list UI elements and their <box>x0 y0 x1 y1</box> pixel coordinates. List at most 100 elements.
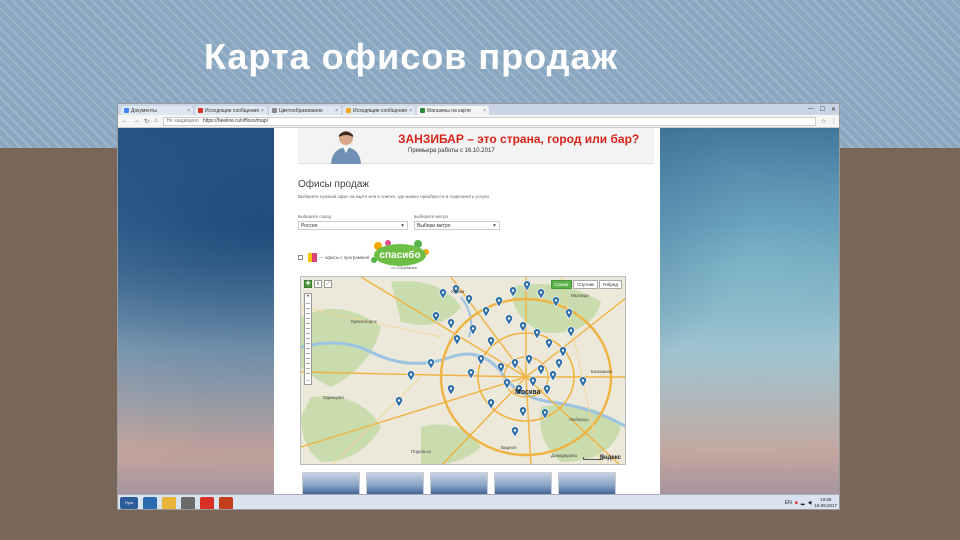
security-indicator: Не защищено <box>166 118 199 124</box>
chrome-icon[interactable] <box>200 496 214 509</box>
window-controls: — ☐ ✕ <box>808 106 839 115</box>
tab-label: Цветообразование <box>279 107 323 114</box>
banner-subline: Премьера работы с 16.10.2017 <box>408 148 495 154</box>
taskbar: Пуск EN ■ ▂ ◀ 10:55 18.09.2017 <box>118 494 839 509</box>
tab-label: Исходящие сообщения <box>353 107 407 114</box>
map-label: Химки <box>451 289 465 294</box>
map-tools: ✚ ⌕ ⟋ <box>304 280 332 288</box>
tab-favicon-icon <box>124 108 129 113</box>
map-label: Домодедово <box>551 453 578 458</box>
person-illustration-icon <box>331 131 361 164</box>
zoom-out-icon[interactable]: − <box>305 378 311 384</box>
map-label: Видное <box>501 445 517 450</box>
map-canvas[interactable] <box>301 277 626 465</box>
browser-tab[interactable]: Исходящие сообщения × <box>343 106 415 115</box>
url-input[interactable]: Не защищено https://beeline.ru/offices/m… <box>162 116 816 126</box>
clock[interactable]: 10:55 18.09.2017 <box>814 497 837 509</box>
spasibo-logo: спасибо от Сбербанка <box>371 240 429 270</box>
map-drag-tool-icon[interactable]: ✚ <box>304 280 312 288</box>
tab-close-icon[interactable]: × <box>261 108 264 114</box>
filter-label: — офисы с программой <box>319 255 369 260</box>
yandex-logo: Яндекс <box>599 455 621 461</box>
clock-date: 18.09.2017 <box>814 503 837 508</box>
office-photo[interactable] <box>366 472 424 494</box>
flag-icon[interactable]: ■ <box>795 500 798 506</box>
tab-label: Исходящие сообщения <box>205 107 259 114</box>
page-title: Офисы продаж <box>298 179 369 190</box>
tab-close-icon[interactable]: × <box>409 108 412 114</box>
chevron-down-icon: ▼ <box>492 222 497 229</box>
map-label: Красногорск <box>351 319 377 324</box>
banner-headline: ЗАНЗИБАР – это страна, город или бар? <box>398 132 640 146</box>
back-icon[interactable]: ← <box>122 118 128 124</box>
office-photo[interactable] <box>430 472 488 494</box>
forward-icon[interactable]: → <box>133 118 139 124</box>
filter-row: — офисы с программой спасибо от Сбербанк… <box>298 240 458 272</box>
browser-screenshot: Документы × Исходящие сообщения × Цветоо… <box>117 103 840 510</box>
zoom-in-icon[interactable]: + <box>305 294 311 300</box>
map-label: Одинцово <box>323 395 344 400</box>
office-map[interactable]: ✚ ⌕ ⟋ + − Схема Спутник Гибрид Красногор… <box>300 276 626 465</box>
tab-favicon-icon <box>346 108 351 113</box>
tab-favicon-icon <box>272 108 277 113</box>
url-text: https://beeline.ru/offices/map/ <box>202 118 269 124</box>
tab-close-icon[interactable]: × <box>483 108 486 114</box>
minimize-icon[interactable]: — <box>808 106 814 113</box>
metro-select-label: выберите метро <box>414 214 448 219</box>
city-select[interactable]: Россия ▼ <box>298 221 408 230</box>
filter-checkbox[interactable] <box>298 255 303 260</box>
browser-tab-active[interactable]: Магазины на карте × <box>417 106 489 115</box>
volume-icon[interactable]: ◀ <box>808 500 812 506</box>
page-content: ЗАНЗИБАР – это страна, город или бар? Пр… <box>274 128 660 494</box>
start-button[interactable]: Пуск <box>120 497 138 509</box>
menu-icon[interactable]: ⋮ <box>831 118 837 125</box>
office-photo[interactable] <box>302 472 360 494</box>
metro-select[interactable]: Выбери метро ▼ <box>414 221 500 230</box>
map-label: Люберцы <box>569 417 589 422</box>
ad-banner[interactable]: ЗАНЗИБАР – это страна, город или бар? Пр… <box>298 128 654 164</box>
powerpoint-icon[interactable] <box>219 496 233 509</box>
browser-tab[interactable]: Цветообразование × <box>269 106 341 115</box>
map-label: Подольск <box>411 449 431 454</box>
map-label: Балашиха <box>591 369 613 374</box>
spasibo-text: спасибо <box>379 249 420 261</box>
metro-select-value: Выбери метро <box>417 222 451 229</box>
map-label: Мытищи <box>571 293 589 298</box>
browser-tab[interactable]: Документы × <box>121 106 193 115</box>
address-bar: ← → ↻ ⌂ Не защищено https://beeline.ru/o… <box>118 115 839 128</box>
map-ruler-icon[interactable]: ⟋ <box>324 280 332 288</box>
map-type-hybrid[interactable]: Гибрид <box>599 280 622 289</box>
network-icon[interactable]: ▂ <box>801 500 805 506</box>
maximize-icon[interactable]: ☐ <box>820 106 825 113</box>
zoom-scale <box>306 303 310 377</box>
chevron-down-icon: ▼ <box>400 222 405 229</box>
map-type-switch: Схема Спутник Гибрид <box>550 280 622 289</box>
media-player-icon[interactable] <box>181 496 195 509</box>
spasibo-subtext: от Сбербанка <box>391 265 417 270</box>
tab-label: Документы <box>131 107 157 114</box>
ie-icon[interactable] <box>143 496 157 509</box>
city-select-label: выберите город <box>298 214 332 219</box>
home-icon[interactable]: ⌂ <box>154 118 158 124</box>
reload-icon[interactable]: ↻ <box>144 118 149 125</box>
office-marker-icon <box>308 253 317 262</box>
map-magnifier-icon[interactable]: ⌕ <box>314 280 322 288</box>
browser-tab[interactable]: Исходящие сообщения × <box>195 106 267 115</box>
web-page: ЗАНЗИБАР – это страна, город или бар? Пр… <box>118 128 839 494</box>
map-type-satellite[interactable]: Спутник <box>573 280 599 289</box>
tab-favicon-icon <box>198 108 203 113</box>
slide-title: Карта офисов продаж <box>204 36 619 77</box>
language-indicator[interactable]: EN <box>785 500 792 506</box>
explorer-icon[interactable] <box>162 496 176 509</box>
close-window-icon[interactable]: ✕ <box>831 106 836 113</box>
zoom-slider[interactable]: + − <box>304 293 312 385</box>
office-photo[interactable] <box>558 472 616 494</box>
map-label-moscow: Москва <box>515 389 541 396</box>
bookmark-star-icon[interactable]: ☆ <box>821 118 826 125</box>
office-photos <box>298 472 626 494</box>
tab-close-icon[interactable]: × <box>335 108 338 114</box>
tab-close-icon[interactable]: × <box>187 108 190 114</box>
tab-favicon-icon <box>420 108 425 113</box>
office-photo[interactable] <box>494 472 552 494</box>
map-type-scheme[interactable]: Схема <box>550 280 573 289</box>
